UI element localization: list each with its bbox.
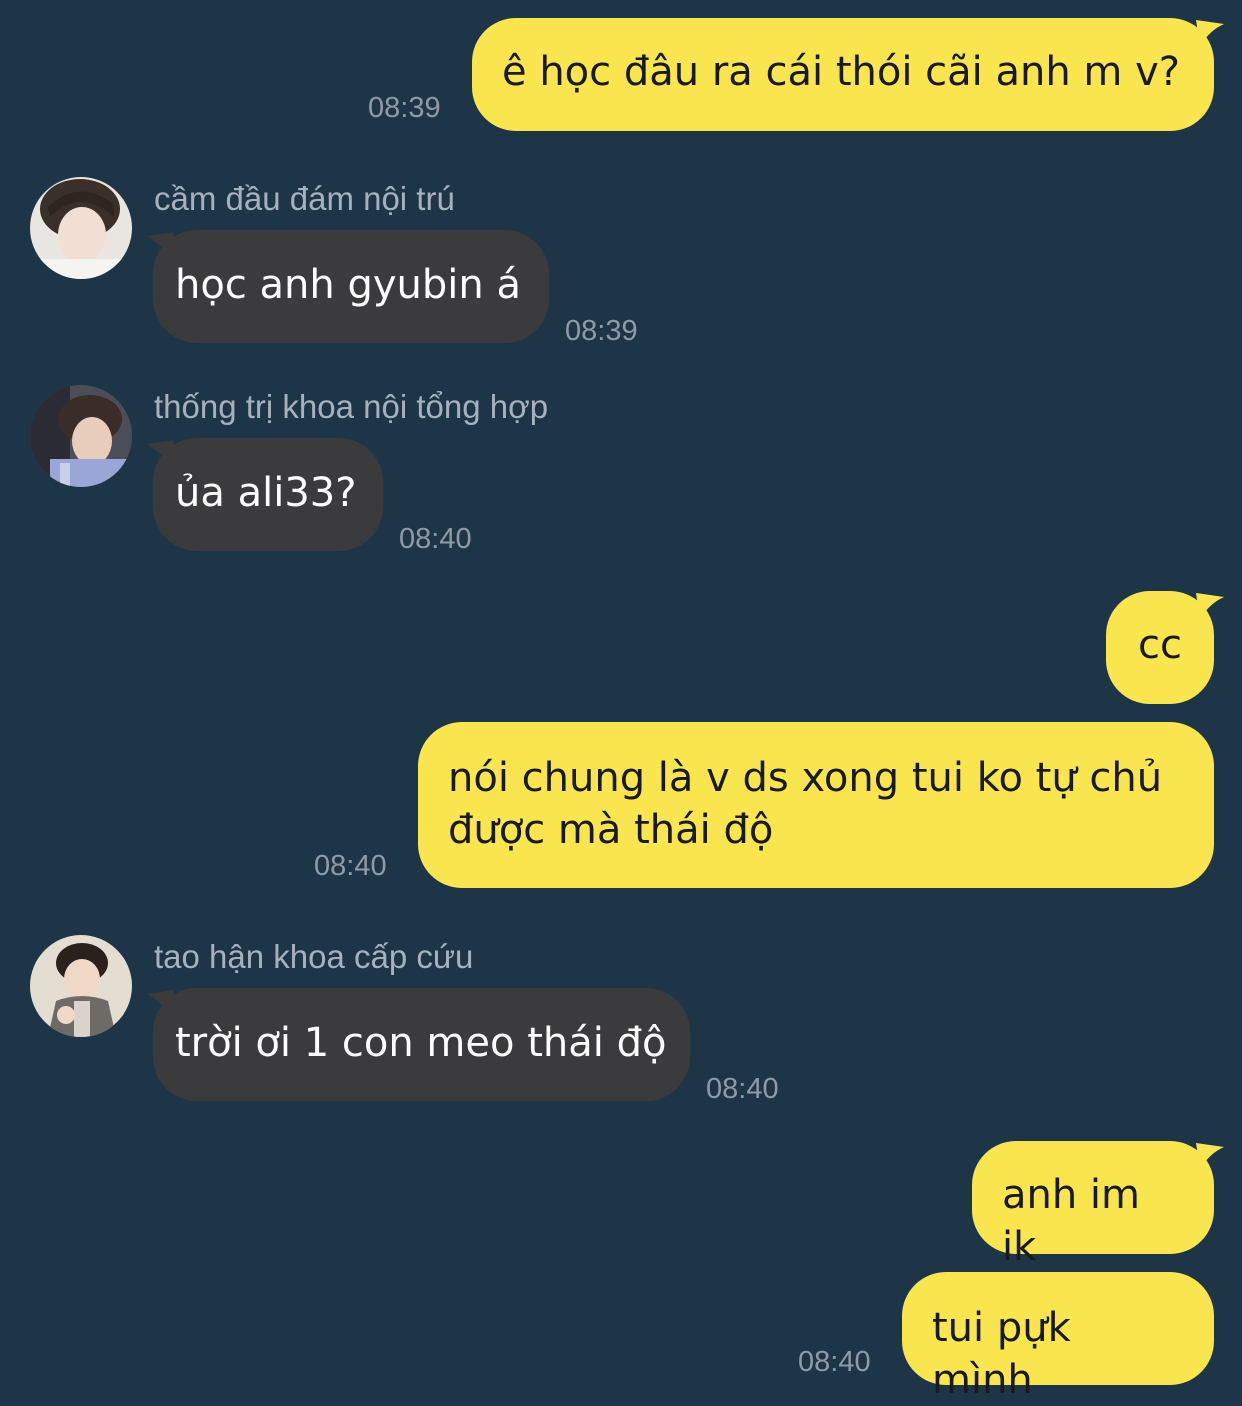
incoming-message-bubble[interactable]: trời ơi 1 con meo thái độ [153,988,690,1101]
message-timestamp: 08:39 [368,92,441,124]
sender-name: tao hận khoa cấp cứu [154,938,474,975]
sender-avatar[interactable] [30,177,132,279]
message-timestamp: 08:39 [565,315,638,347]
outgoing-message-bubble[interactable]: tui pựk mình [902,1272,1214,1403]
avatar-photo-3 [30,935,132,1037]
outgoing-bubble-tail [1196,20,1224,46]
outgoing-message-bubble[interactable]: nói chung là v ds xong tui ko tự chủ đượ… [418,722,1214,888]
message-timestamp: 08:40 [798,1346,871,1378]
message-timestamp: 08:40 [706,1073,779,1105]
message-timestamp: 08:40 [399,523,472,555]
outgoing-bubble-tail [1196,593,1224,619]
sender-avatar[interactable] [30,935,132,1037]
incoming-message-bubble[interactable]: học anh gyubin á [153,230,549,343]
incoming-message-bubble[interactable]: ủa ali33? [153,438,383,551]
outgoing-bubble-tail [1196,1143,1224,1169]
avatar-photo-1 [30,177,132,279]
sender-name: cầm đầu đám nội trú [154,180,455,217]
outgoing-message-bubble[interactable]: anh im ik [972,1141,1214,1270]
outgoing-message-bubble[interactable]: ê học đâu ra cái thói cãi anh m v? [472,18,1214,131]
message-timestamp: 08:40 [314,850,387,882]
sender-avatar[interactable] [30,385,132,487]
avatar-photo-2 [30,385,132,487]
sender-name: thống trị khoa nội tổng hợp [154,388,549,425]
